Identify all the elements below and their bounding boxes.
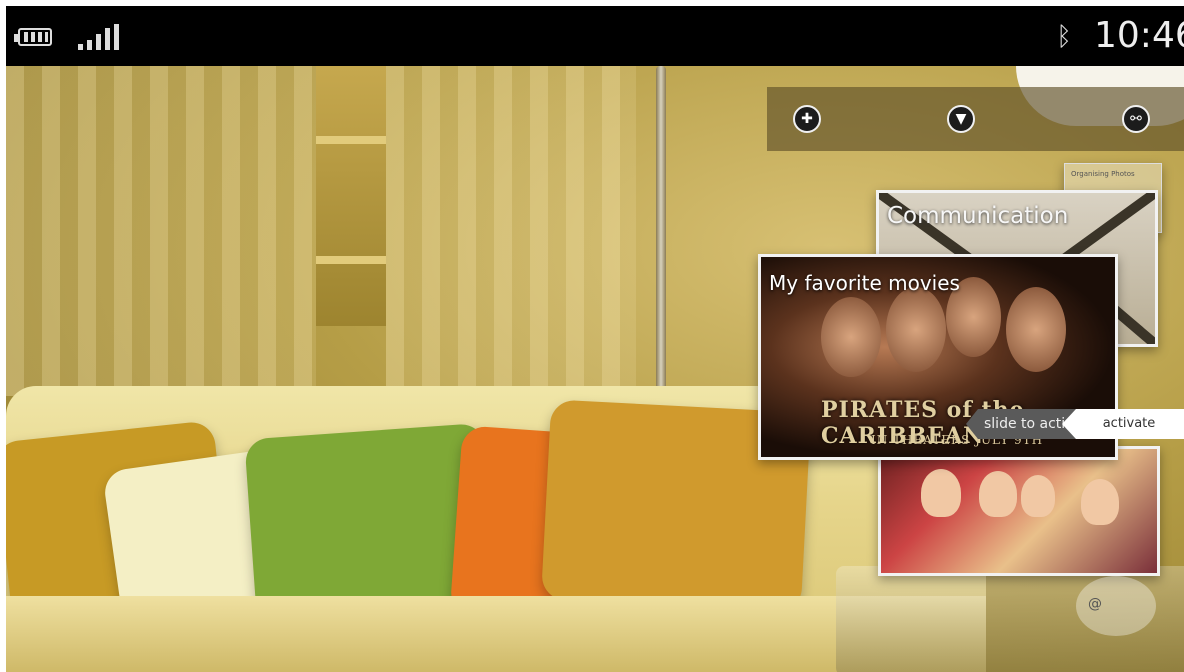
shelf — [316, 66, 386, 326]
curtain-left — [6, 66, 316, 396]
pin-icon[interactable]: ✚ — [793, 105, 821, 133]
card-title: My favorite movies — [769, 271, 960, 295]
home-screen: ᛒ 10:46 ✚ ▼ ⚯ Organising Photos Communic… — [6, 6, 1184, 672]
card-party-photos[interactable] — [878, 446, 1160, 576]
poster-face — [886, 287, 946, 372]
battery-icon — [14, 28, 52, 46]
activate-handle[interactable]: activate — [1062, 409, 1184, 439]
filter-icon[interactable]: ▼ — [947, 105, 975, 133]
person-photo — [1081, 479, 1119, 525]
toolbar: ✚ ▼ ⚯ — [767, 87, 1184, 151]
person-photo — [1021, 475, 1055, 517]
status-bar: ᛒ 10:46 — [6, 6, 1184, 66]
poster-face — [1006, 287, 1066, 372]
clock: 10:46 — [1094, 15, 1184, 56]
floor-lamp — [656, 66, 666, 406]
person-photo — [979, 471, 1017, 517]
card-title: Communication — [887, 203, 1069, 229]
curtain-right — [386, 66, 636, 396]
card-label: Organising Photos — [1071, 170, 1135, 178]
slide-to-activate[interactable]: slide to activate activate — [966, 409, 1184, 439]
connect-icon[interactable]: ⚯ — [1122, 105, 1150, 133]
poster-face — [821, 297, 881, 377]
person-photo — [921, 469, 961, 517]
signal-bars-icon — [78, 24, 128, 50]
clock-widget[interactable]: @ — [1076, 576, 1156, 636]
at-icon: @ — [1088, 596, 1102, 612]
bluetooth-icon: ᛒ — [1056, 22, 1072, 52]
